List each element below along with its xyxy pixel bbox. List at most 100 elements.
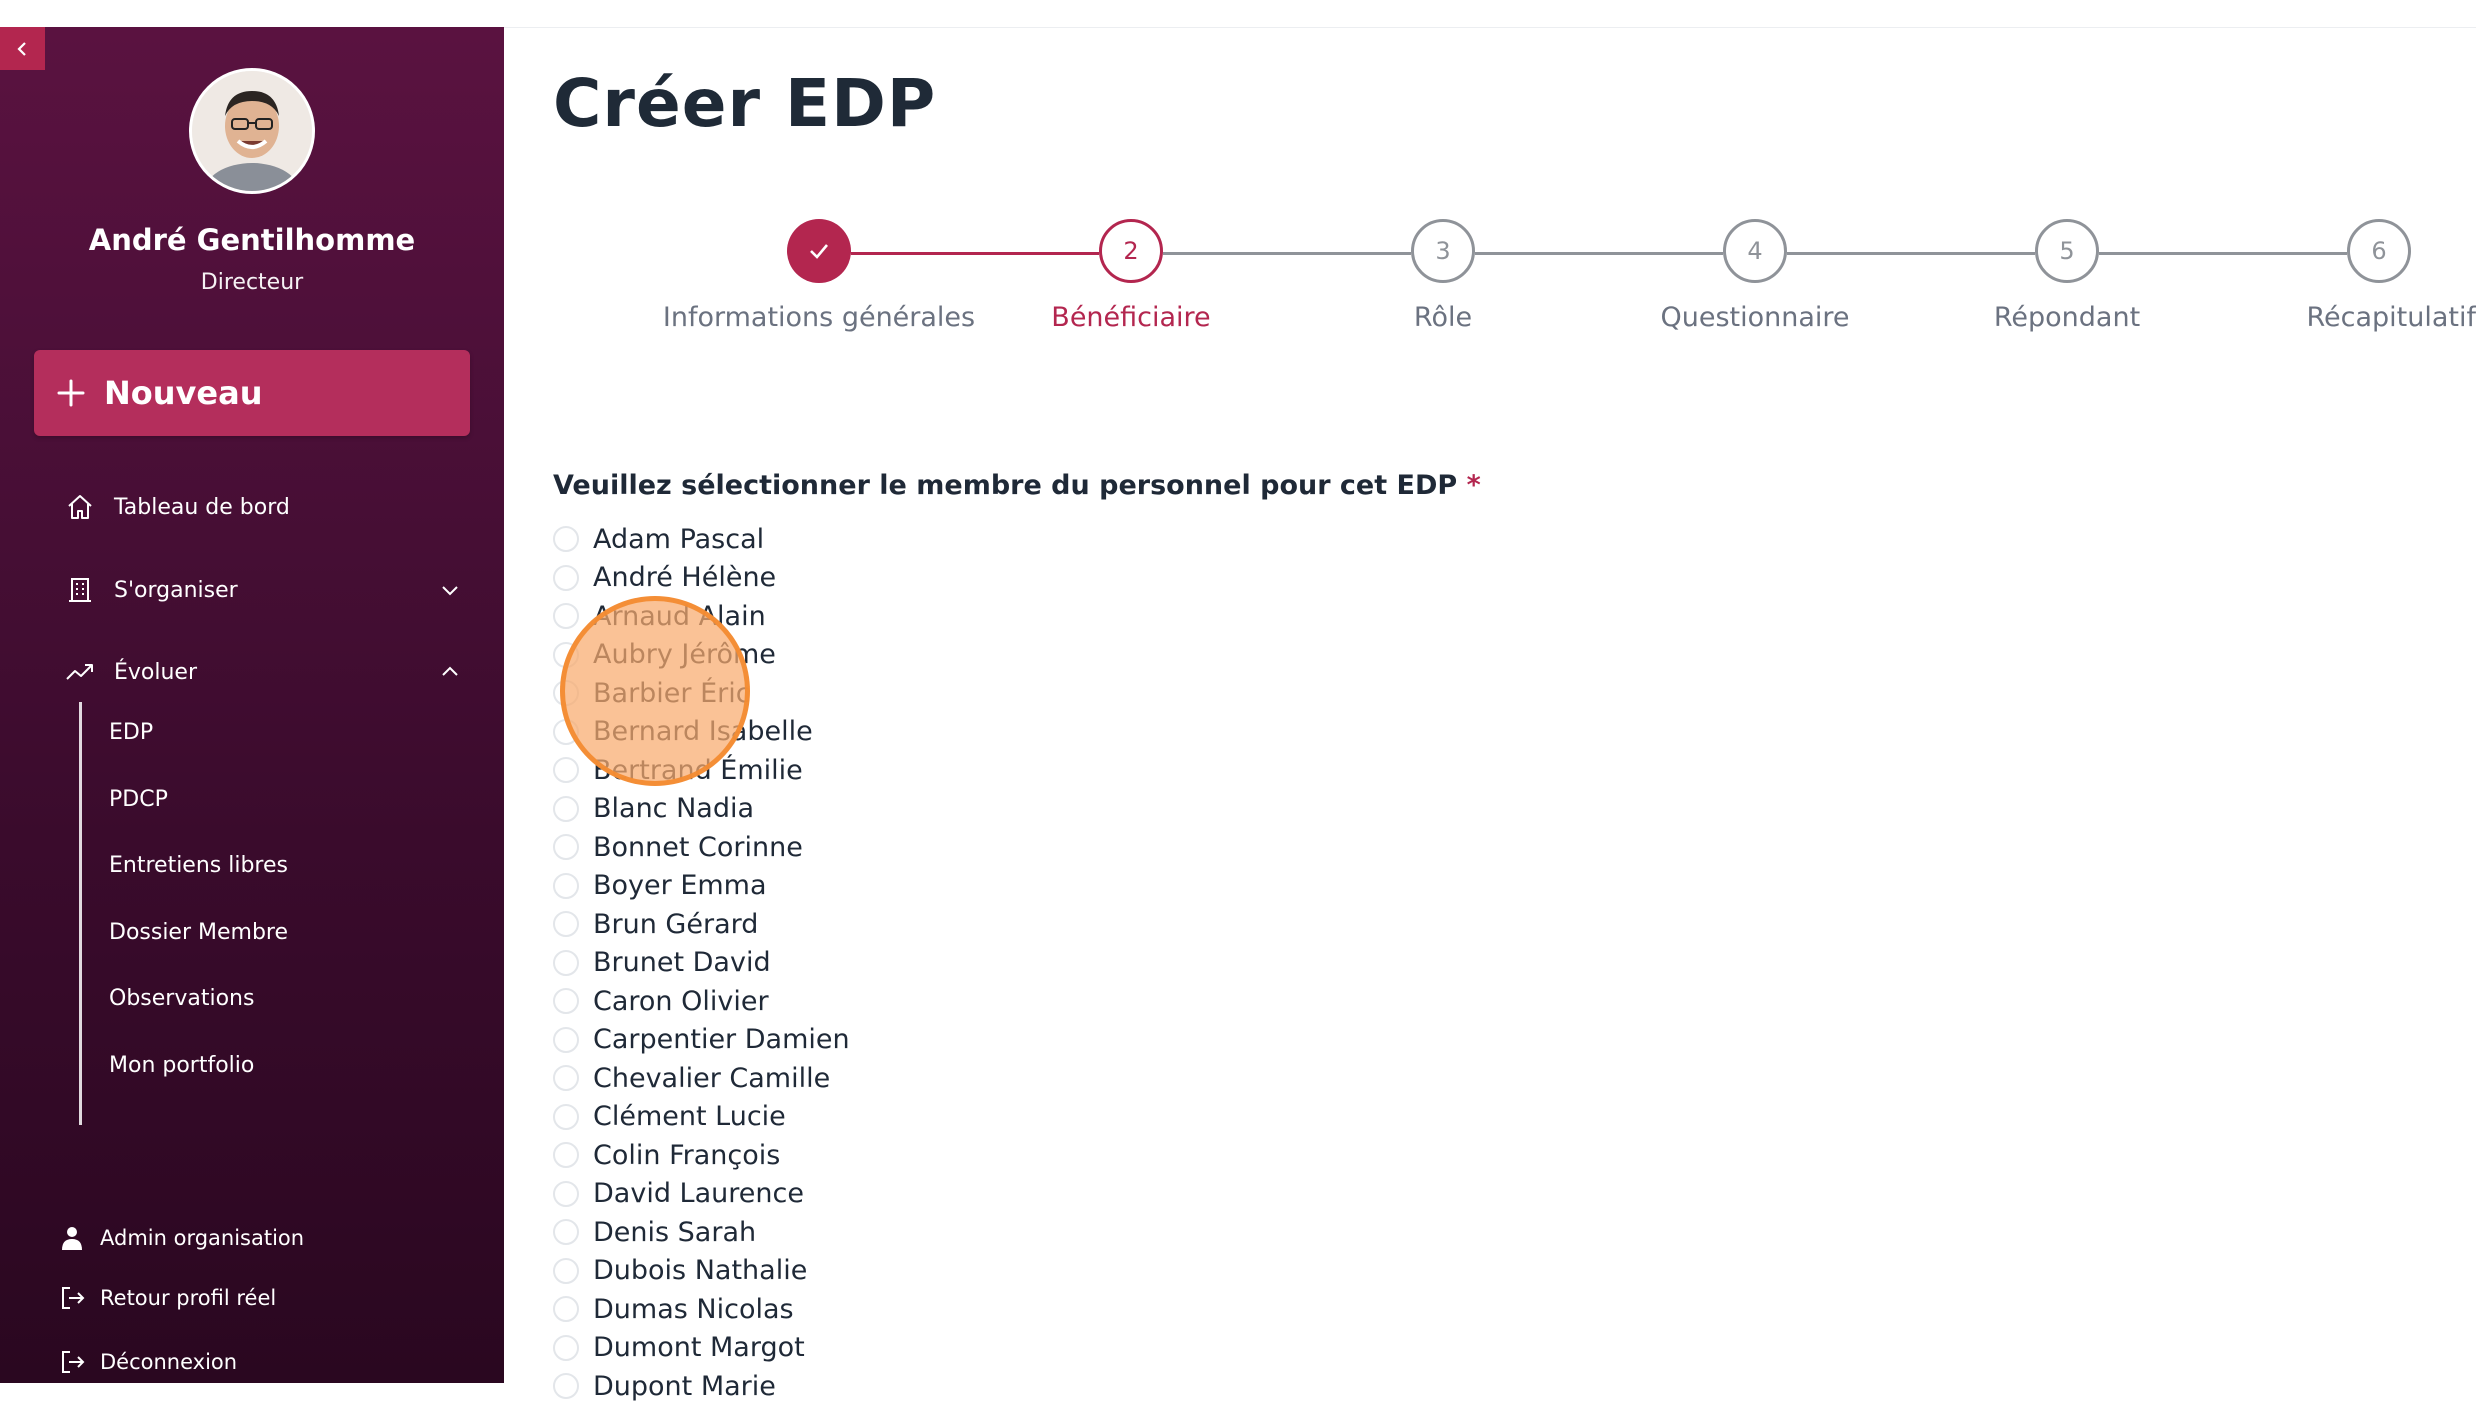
radio-button[interactable] <box>553 1373 579 1399</box>
radio-button[interactable] <box>553 1296 579 1322</box>
step-5-label: Répondant <box>1993 302 2141 333</box>
radio-button[interactable] <box>553 949 579 976</box>
member-name: Barbier Éric <box>593 677 751 709</box>
radio-button[interactable] <box>553 911 579 937</box>
sidebar-subitem-observations[interactable]: Observations <box>109 986 254 1011</box>
radio-button[interactable] <box>553 1257 579 1284</box>
member-radio-option[interactable]: Blanc Nadia <box>553 790 754 828</box>
step-6-circle[interactable]: 6 <box>2347 219 2411 283</box>
member-radio-option[interactable]: Brun Gérard <box>553 905 758 943</box>
step-4-circle[interactable]: 4 <box>1723 219 1787 283</box>
member-radio-option[interactable]: Clément Lucie <box>553 1098 786 1136</box>
member-name: Blanc Nadia <box>593 793 755 824</box>
new-button[interactable]: Nouveau <box>34 350 470 436</box>
radio-button[interactable] <box>553 641 579 668</box>
step-2-label: Bénéficiaire <box>1051 302 1211 333</box>
radio-button[interactable] <box>553 1180 579 1207</box>
submenu-line <box>79 702 82 1125</box>
member-radio-option[interactable]: Adam Pascal <box>553 520 764 558</box>
sidebar-item-label: Tableau de bord <box>114 494 290 520</box>
building-icon <box>62 572 98 608</box>
collapse-sidebar-button[interactable] <box>0 27 45 70</box>
radio-button[interactable] <box>553 680 579 706</box>
member-radio-option[interactable]: Boyer Emma <box>553 867 767 905</box>
radio-button[interactable] <box>553 834 579 860</box>
user-name: André Gentilhomme <box>88 223 416 257</box>
radio-button[interactable] <box>553 1219 579 1245</box>
sidebar-item-organize[interactable]: S'organiser <box>62 568 462 612</box>
member-radio-option[interactable]: Brunet David <box>553 944 771 982</box>
user-icon <box>56 1222 88 1254</box>
logout-icon <box>56 1346 88 1378</box>
radio-button[interactable] <box>553 1103 579 1130</box>
radio-button[interactable] <box>553 1026 579 1053</box>
sidebar-item-dashboard[interactable]: Tableau de bord <box>62 485 290 529</box>
radio-button[interactable] <box>553 718 579 745</box>
member-radio-option[interactable]: Dumont Margot <box>553 1329 805 1367</box>
member-name: Colin François <box>593 1139 781 1171</box>
member-name: Dubois Nathalie <box>593 1255 808 1286</box>
member-name: Brunet David <box>593 947 771 978</box>
plus-icon <box>57 379 85 407</box>
logout-label: Déconnexion <box>100 1350 238 1374</box>
sidebar-subitem-edp[interactable]: EDP <box>109 720 153 745</box>
radio-button[interactable] <box>553 1065 579 1091</box>
member-name: Boyer Emma <box>593 870 767 901</box>
member-radio-option[interactable]: Bonnet Corinne <box>553 828 803 866</box>
sidebar-subitem-dossier[interactable]: Dossier Membre <box>109 920 288 945</box>
member-radio-option[interactable]: Bertrand Émilie <box>553 751 803 789</box>
radio-button[interactable] <box>553 757 579 783</box>
step-1-circle[interactable] <box>787 219 851 283</box>
sidebar-subitem-pdcp[interactable]: PDCP <box>109 787 168 812</box>
member-name: Carpentier Damien <box>593 1024 850 1055</box>
back-profile-link[interactable]: Retour profil réel <box>56 1278 276 1318</box>
sidebar-subitem-portfolio[interactable]: Mon portfolio <box>109 1053 254 1078</box>
member-radio-option[interactable]: Dubois Nathalie <box>553 1252 807 1290</box>
avatar <box>189 68 315 194</box>
sidebar-subitem-entretiens[interactable]: Entretiens libres <box>109 853 288 878</box>
member-name: Bertrand Émilie <box>593 754 803 786</box>
member-radio-option[interactable]: André Hélène <box>553 559 776 597</box>
step-connector <box>1163 252 1411 255</box>
member-radio-option[interactable]: Colin François <box>553 1136 780 1174</box>
member-radio-option[interactable]: Carpentier Damien <box>553 1021 850 1059</box>
radio-button[interactable] <box>553 872 579 899</box>
member-radio-option[interactable]: Bernard Isabelle <box>553 713 813 751</box>
member-name: Chevalier Camille <box>593 1062 831 1094</box>
step-4-label: Questionnaire <box>1660 302 1850 333</box>
member-radio-option[interactable]: David Laurence <box>553 1175 804 1213</box>
member-name: Bonnet Corinne <box>593 831 803 863</box>
sidebar: André Gentilhomme Directeur Nouveau Tabl… <box>0 27 504 1383</box>
top-bar <box>0 0 2476 28</box>
radio-button[interactable] <box>553 603 579 629</box>
radio-button[interactable] <box>553 1142 579 1168</box>
radio-button[interactable] <box>553 1334 579 1361</box>
step-2-circle[interactable]: 2 <box>1099 219 1163 283</box>
admin-organisation-link[interactable]: Admin organisation <box>56 1218 304 1258</box>
step-connector <box>2099 252 2347 255</box>
radio-button[interactable] <box>553 526 579 552</box>
step-5-circle[interactable]: 5 <box>2035 219 2099 283</box>
trending-up-icon <box>62 654 98 690</box>
radio-button[interactable] <box>553 795 579 822</box>
step-3-circle[interactable]: 3 <box>1411 219 1475 283</box>
member-name: Dupont Marie <box>593 1370 776 1402</box>
member-question-text: Veuillez sélectionner le membre du perso… <box>553 470 1458 501</box>
page-title: Créer EDP <box>553 65 937 142</box>
member-radio-option[interactable]: Aubry Jérôme <box>553 636 776 674</box>
member-radio-option[interactable]: Arnaud Alain <box>553 597 766 635</box>
member-radio-option[interactable]: Chevalier Camille <box>553 1059 830 1097</box>
member-radio-option[interactable]: Caron Olivier <box>553 982 769 1020</box>
sidebar-item-label: Évoluer <box>114 659 198 685</box>
radio-button[interactable] <box>553 988 579 1014</box>
member-radio-option[interactable]: Dupont Marie <box>553 1367 776 1405</box>
member-radio-option[interactable]: Barbier Éric <box>553 674 751 712</box>
step-1-label: Informations générales <box>662 302 976 333</box>
member-radio-option[interactable]: Dumas Nicolas <box>553 1290 794 1328</box>
logout-link[interactable]: Déconnexion <box>56 1342 237 1382</box>
member-name: Clément Lucie <box>593 1101 786 1132</box>
radio-button[interactable] <box>553 564 579 591</box>
member-radio-option[interactable]: Denis Sarah <box>553 1213 756 1251</box>
member-name: David Laurence <box>593 1178 804 1209</box>
sidebar-item-evolve[interactable]: Évoluer <box>62 650 462 694</box>
